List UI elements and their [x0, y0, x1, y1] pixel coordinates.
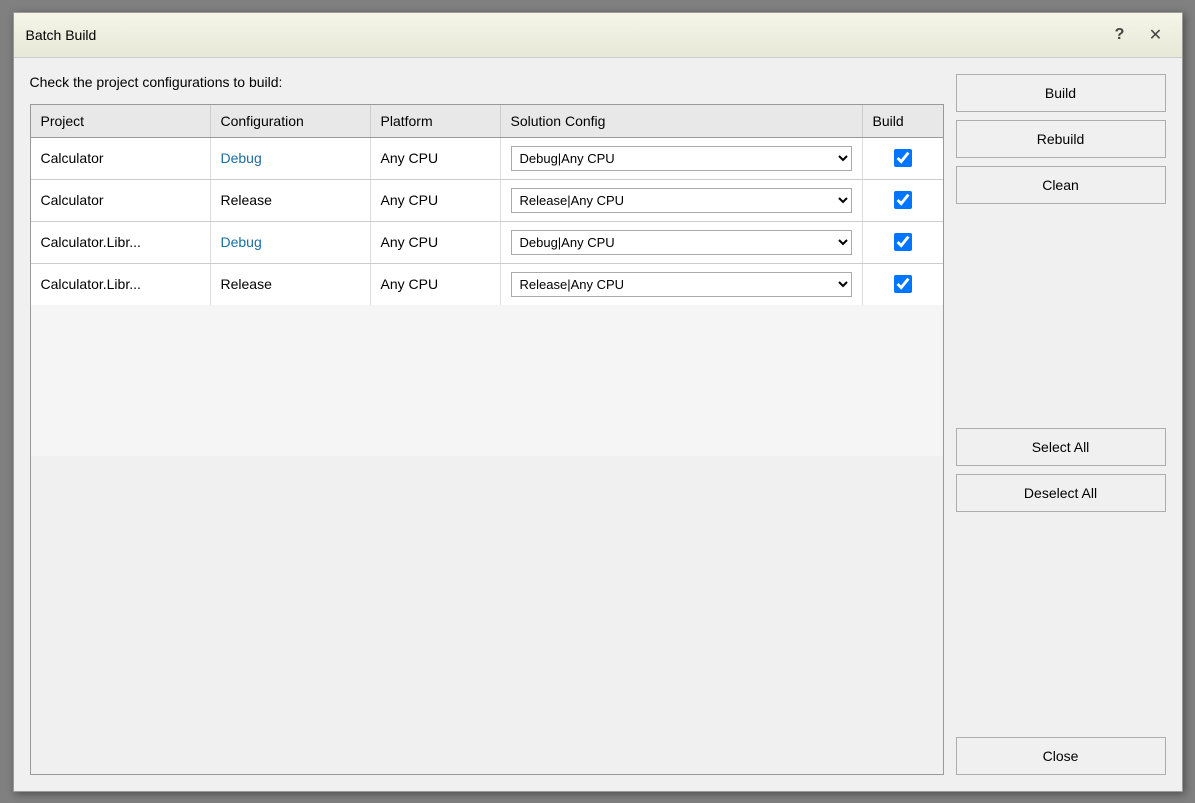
cell-solution-config-2: Release|Any CPU Debug|Any CPU: [501, 180, 863, 221]
dialog-body: Check the project configurations to buil…: [14, 58, 1182, 791]
solution-config-select-1[interactable]: Debug|Any CPU Release|Any CPU: [511, 146, 852, 171]
cell-project-3: Calculator.Libr...: [31, 222, 211, 263]
select-all-button[interactable]: Select All: [956, 428, 1166, 466]
header-solution-config: Solution Config: [501, 105, 863, 137]
clean-button[interactable]: Clean: [956, 166, 1166, 204]
empty-table-area: [31, 456, 943, 774]
close-button[interactable]: Close: [956, 737, 1166, 775]
cell-solution-config-3: Debug|Any CPU Release|Any CPU: [501, 222, 863, 263]
cell-platform-3: Any CPU: [371, 222, 501, 263]
build-checkbox-3[interactable]: [894, 233, 912, 251]
table-row: Calculator Release Any CPU Release|Any C…: [31, 180, 943, 222]
cell-config-2: Release: [211, 180, 371, 221]
table-row: Calculator Debug Any CPU Debug|Any CPU R…: [31, 138, 943, 180]
header-project: Project: [31, 105, 211, 137]
rebuild-button[interactable]: Rebuild: [956, 120, 1166, 158]
cell-config-3: Debug: [211, 222, 371, 263]
dialog-title: Batch Build: [26, 27, 97, 43]
table-header: Project Configuration Platform Solution …: [31, 105, 943, 138]
title-bar-right: ? ✕: [1106, 21, 1170, 49]
help-button[interactable]: ?: [1106, 21, 1134, 49]
cell-config-4: Release: [211, 264, 371, 305]
solution-config-select-3[interactable]: Debug|Any CPU Release|Any CPU: [511, 230, 852, 255]
cell-project-4: Calculator.Libr...: [31, 264, 211, 305]
button-spacer: [956, 212, 1166, 421]
build-checkbox-4[interactable]: [894, 275, 912, 293]
cell-solution-config-4: Release|Any CPU Debug|Any CPU: [501, 264, 863, 305]
right-panel: Build Rebuild Clean Select All Deselect …: [956, 74, 1166, 775]
cell-platform-2: Any CPU: [371, 180, 501, 221]
cell-build-2: [863, 180, 943, 221]
cell-solution-config-1: Debug|Any CPU Release|Any CPU: [501, 138, 863, 179]
header-configuration: Configuration: [211, 105, 371, 137]
table-row: Calculator.Libr... Debug Any CPU Debug|A…: [31, 222, 943, 264]
title-bar: Batch Build ? ✕: [14, 13, 1182, 58]
close-x-button[interactable]: ✕: [1142, 21, 1170, 49]
build-button[interactable]: Build: [956, 74, 1166, 112]
build-checkbox-2[interactable]: [894, 191, 912, 209]
solution-config-select-2[interactable]: Release|Any CPU Debug|Any CPU: [511, 188, 852, 213]
cell-project-1: Calculator: [31, 138, 211, 179]
header-build: Build: [863, 105, 943, 137]
deselect-all-button[interactable]: Deselect All: [956, 474, 1166, 512]
build-checkbox-1[interactable]: [894, 149, 912, 167]
cell-build-4: [863, 264, 943, 305]
spacer-bottom: [956, 520, 1166, 729]
cell-platform-1: Any CPU: [371, 138, 501, 179]
left-panel: Check the project configurations to buil…: [30, 74, 944, 775]
table-body: Calculator Debug Any CPU Debug|Any CPU R…: [31, 138, 943, 456]
batch-build-dialog: Batch Build ? ✕ Check the project config…: [13, 12, 1183, 792]
cell-project-2: Calculator: [31, 180, 211, 221]
cell-platform-4: Any CPU: [371, 264, 501, 305]
cell-build-1: [863, 138, 943, 179]
header-platform: Platform: [371, 105, 501, 137]
title-bar-left: Batch Build: [26, 27, 97, 43]
table-container: Project Configuration Platform Solution …: [30, 104, 944, 775]
description-text: Check the project configurations to buil…: [30, 74, 944, 90]
cell-config-1: Debug: [211, 138, 371, 179]
cell-build-3: [863, 222, 943, 263]
solution-config-select-4[interactable]: Release|Any CPU Debug|Any CPU: [511, 272, 852, 297]
table-row: Calculator.Libr... Release Any CPU Relea…: [31, 264, 943, 305]
